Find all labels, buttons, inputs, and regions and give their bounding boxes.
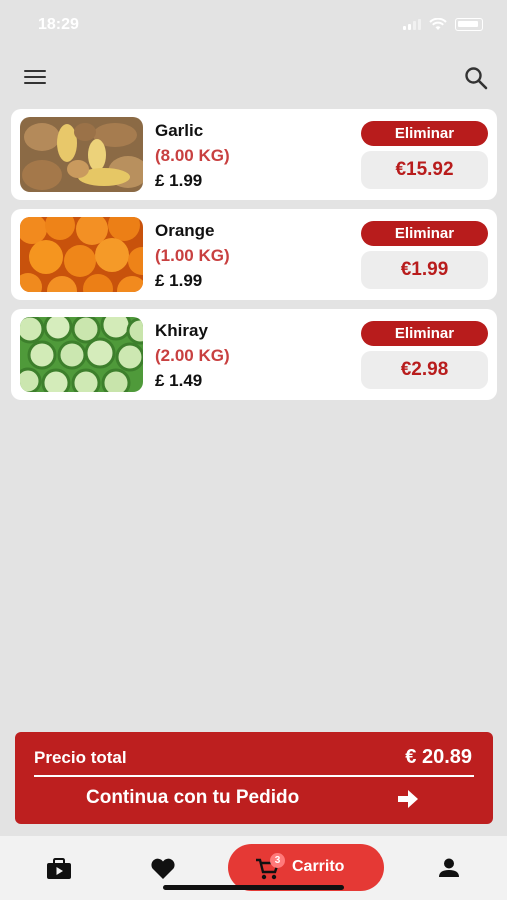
shop-bag-icon[interactable]: [46, 858, 72, 880]
item-name: Khiray: [155, 321, 208, 340]
total-label: Precio total: [34, 748, 127, 767]
item-name: Orange: [155, 221, 215, 240]
cucumber-image: [20, 317, 143, 392]
status-time: 18:29: [38, 16, 79, 33]
user-icon[interactable]: [438, 858, 460, 878]
cart-item: Garlic (8.00 KG) £ 1.99 Eliminar €15.92: [11, 109, 497, 200]
menu-icon[interactable]: [24, 70, 46, 86]
status-bar: 18:29: [0, 0, 507, 50]
cellular-signal-icon: [403, 19, 421, 30]
checkout-panel: Precio total € 20.89 Continua con tu Ped…: [15, 732, 493, 824]
cart-item: Khiray (2.00 KG) £ 1.49 Eliminar €2.98: [11, 309, 497, 400]
heart-icon[interactable]: [150, 858, 176, 880]
remove-item-button[interactable]: Eliminar: [361, 121, 488, 146]
continue-order-button[interactable]: Continua con tu Pedido: [15, 785, 493, 815]
battery-icon: [455, 18, 483, 31]
total-value: € 20.89: [405, 746, 472, 768]
home-indicator: [163, 885, 344, 890]
arrow-right-icon: [398, 790, 418, 808]
continue-order-label: Continua con tu Pedido: [86, 787, 300, 808]
ginger-image: [20, 117, 143, 192]
bottom-nav: 3 Carrito: [0, 836, 507, 900]
wifi-icon: [429, 18, 447, 30]
item-quantity: (8.00 KG): [155, 146, 230, 165]
remove-item-button[interactable]: Eliminar: [361, 321, 488, 346]
item-unit-price: £ 1.49: [155, 371, 203, 390]
divider: [34, 775, 474, 777]
oranges-image: [20, 217, 143, 292]
cart-count-badge: 3: [270, 853, 285, 868]
item-subtotal: €1.99: [361, 251, 488, 289]
nav-cart-button[interactable]: 3 Carrito: [228, 844, 384, 891]
item-subtotal: €2.98: [361, 351, 488, 389]
search-icon[interactable]: [463, 65, 489, 91]
item-quantity: (1.00 KG): [155, 246, 230, 265]
item-subtotal: €15.92: [361, 151, 488, 189]
item-unit-price: £ 1.99: [155, 171, 203, 190]
top-bar: [0, 60, 507, 96]
cart-item-list: Garlic (8.00 KG) £ 1.99 Eliminar €15.92: [11, 109, 497, 409]
item-name: Garlic: [155, 121, 204, 140]
item-unit-price: £ 1.99: [155, 271, 203, 290]
cart-item: Orange (1.00 KG) £ 1.99 Eliminar €1.99: [11, 209, 497, 300]
status-icons: [403, 18, 483, 31]
cart-label: Carrito: [292, 858, 345, 875]
item-quantity: (2.00 KG): [155, 346, 230, 365]
remove-item-button[interactable]: Eliminar: [361, 221, 488, 246]
